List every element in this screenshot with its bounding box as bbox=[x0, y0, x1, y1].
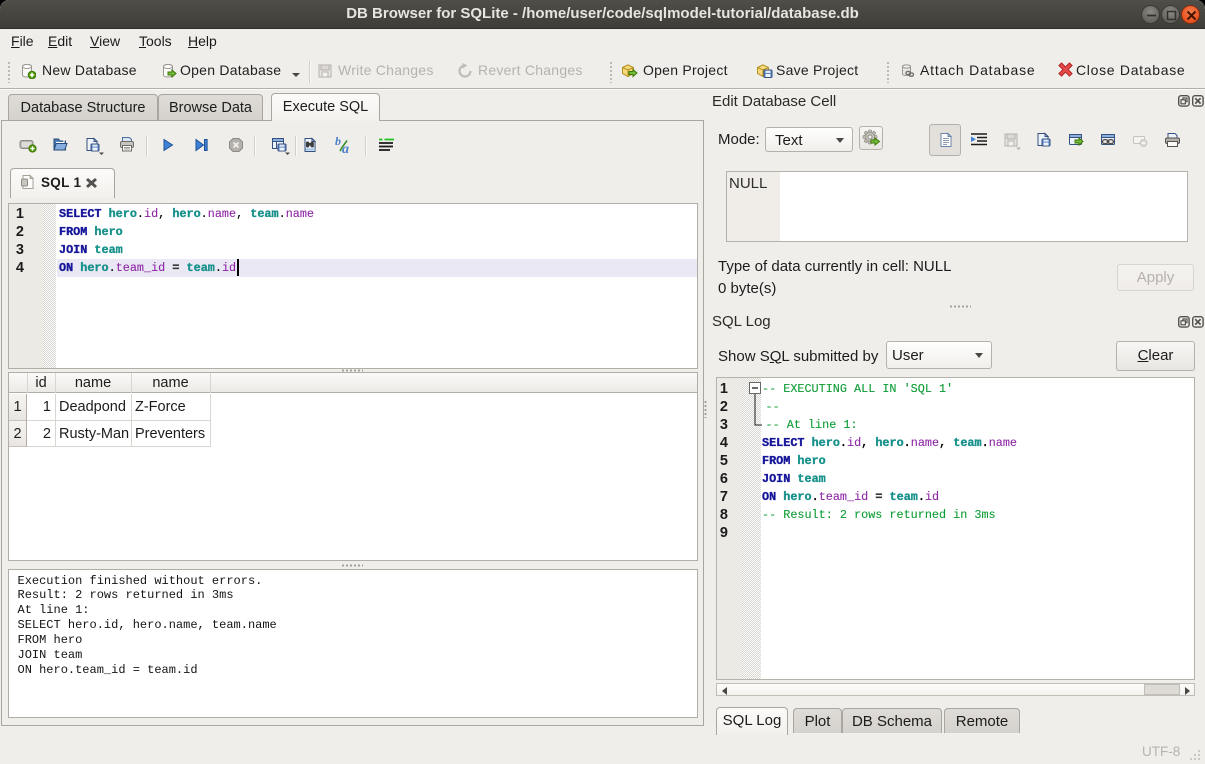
svg-text:b: b bbox=[335, 135, 341, 148]
